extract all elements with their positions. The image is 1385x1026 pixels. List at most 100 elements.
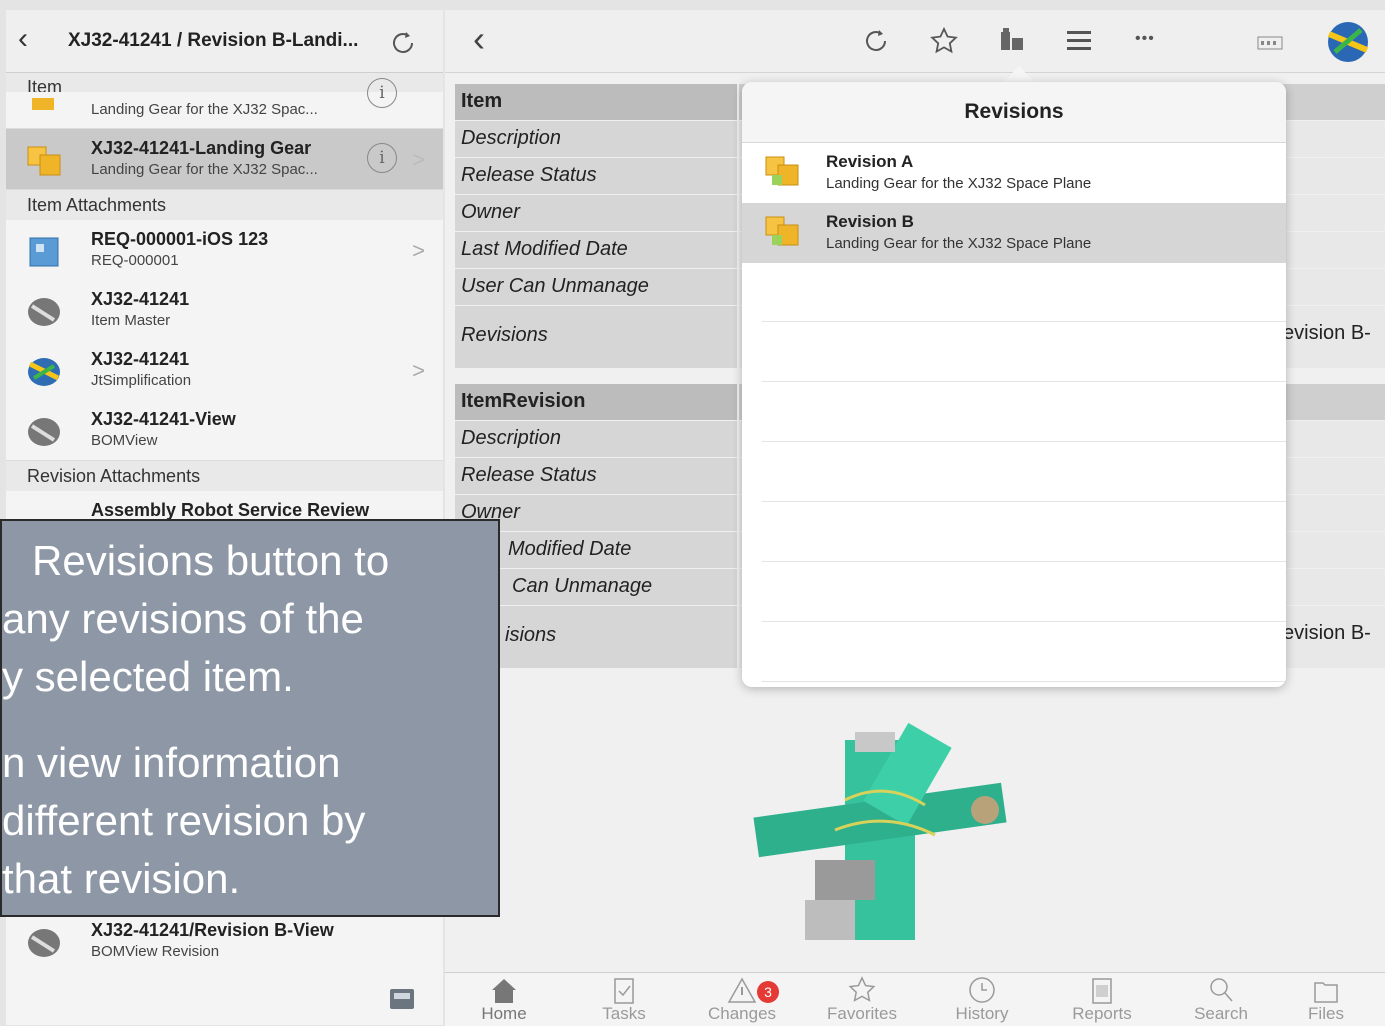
list-item-title: XJ32-41241 xyxy=(91,349,190,369)
divider xyxy=(762,621,1286,622)
tab-label: Changes xyxy=(707,1004,777,1023)
clock-icon xyxy=(969,977,995,1003)
list-item[interactable]: XJ32-41241-View BOMView xyxy=(6,400,443,461)
table-row-label: Owner xyxy=(455,195,737,233)
tab-label: Home xyxy=(481,1004,527,1023)
revisions-value[interactable]: evision B- xyxy=(1283,322,1371,345)
table-header-item: Item xyxy=(455,84,737,122)
bomview-icon xyxy=(28,418,60,446)
tab-files[interactable]: Files xyxy=(1267,973,1385,1026)
star-icon[interactable] xyxy=(929,26,959,56)
revision-subtitle: Landing Gear for the XJ32 Space Plane xyxy=(826,235,1092,252)
section-header-revision-attachments: Revision Attachments xyxy=(6,461,443,491)
reports-icon xyxy=(1092,978,1112,1004)
bomview-revision-icon xyxy=(28,929,60,957)
list-item-subtitle: BOMView Revision xyxy=(91,943,220,960)
section-label: Item Attachments xyxy=(27,195,167,215)
list-item-subtitle: JtSimplification xyxy=(91,372,192,389)
divider xyxy=(762,381,1286,382)
divider xyxy=(762,501,1286,502)
tasks-icon xyxy=(614,978,634,1004)
tab-reports[interactable]: Reports xyxy=(1043,973,1161,1026)
list-item-title: XJ32-41241-Landing Gear xyxy=(91,138,312,158)
refresh-icon[interactable] xyxy=(388,28,418,58)
item-master-icon xyxy=(28,298,60,326)
table-header-itemrevision: ItemRevision xyxy=(455,384,737,422)
left-title: XJ32-41241 / Revision B-Landi... xyxy=(68,30,359,51)
popover-header: Revisions xyxy=(742,82,1286,143)
3d-model-viewer[interactable] xyxy=(735,710,1025,972)
jt-file-icon xyxy=(28,358,60,386)
tab-home[interactable]: Home xyxy=(445,973,563,1026)
divider xyxy=(762,441,1286,442)
popover-arrow xyxy=(1003,66,1035,83)
list-item[interactable]: XJ32-41241 Item Master xyxy=(6,280,443,341)
list-item-title: XJ32-41241-View xyxy=(91,409,236,429)
revisions-icon[interactable] xyxy=(997,26,1027,56)
list-item-subtitle: Item Master xyxy=(91,312,171,329)
refresh-icon[interactable] xyxy=(861,26,891,56)
toolbar: ‹ ••• xyxy=(445,10,1385,73)
tab-bar: Home Tasks 3 Changes Favorites History R… xyxy=(445,972,1385,1026)
more-icon[interactable]: ••• xyxy=(1135,30,1155,48)
table-row-label: Last Modified Date xyxy=(455,232,737,270)
list-item-title: REQ-000001-iOS 123 xyxy=(91,229,269,249)
callout-line: y selected item. xyxy=(2,653,294,700)
table-row-label: Release Status xyxy=(455,458,737,496)
list-item[interactable]: REQ-000001-iOS 123 REQ-000001 > xyxy=(6,220,443,281)
tab-changes[interactable]: 3 Changes xyxy=(683,973,801,1026)
info-icon[interactable]: i xyxy=(367,78,397,108)
item-icon xyxy=(32,98,54,110)
tutorial-callout: Revisions button to any revisions of the… xyxy=(0,519,500,917)
info-icon[interactable]: i xyxy=(367,143,397,173)
list-item[interactable]: Landing Gear for the XJ32 Spac... i xyxy=(6,78,443,129)
app-logo-icon[interactable] xyxy=(1323,16,1373,66)
section-label: Revision Attachments xyxy=(27,466,201,486)
requirement-icon xyxy=(29,237,59,267)
tab-label: Files xyxy=(1308,1004,1344,1023)
table-row-label: Revisions xyxy=(455,306,737,370)
back-chevron-icon[interactable]: ‹ xyxy=(18,22,28,56)
table-row-label: Description xyxy=(455,121,737,159)
item-icon xyxy=(27,146,61,176)
warning-icon xyxy=(727,977,757,1003)
tab-search[interactable]: Search xyxy=(1162,973,1280,1026)
star-icon xyxy=(848,976,876,1002)
list-item-subtitle: BOMView xyxy=(91,432,158,449)
tab-history[interactable]: History xyxy=(923,973,1041,1026)
chevron-right-icon: > xyxy=(412,358,425,383)
list-item-selected[interactable]: XJ32-41241-Landing Gear Landing Gear for… xyxy=(6,129,443,190)
list-icon[interactable] xyxy=(1065,28,1093,54)
revision-title: Revision A xyxy=(826,152,914,171)
list-item-subtitle: REQ-000001 xyxy=(91,252,179,269)
tab-label: Favorites xyxy=(827,1004,897,1023)
revision-icon xyxy=(765,156,799,186)
list-item[interactable]: XJ32-41241 JtSimplification > xyxy=(6,340,443,401)
list-item[interactable]: XJ32-41241/Revision B-View BOMView Revis… xyxy=(6,911,443,972)
revision-item-b[interactable]: Revision B Landing Gear for the XJ32 Spa… xyxy=(742,203,1286,263)
popover-title: Revisions xyxy=(964,100,1064,123)
keyboard-icon[interactable] xyxy=(1257,36,1283,50)
callout-line: that revision. xyxy=(2,855,241,902)
folder-icon[interactable] xyxy=(388,985,416,1011)
revisions-popover: Revisions Revision A Landing Gear for th… xyxy=(742,82,1286,687)
revisions-value[interactable]: evision B- xyxy=(1283,622,1371,645)
revision-subtitle: Landing Gear for the XJ32 Space Plane xyxy=(826,175,1092,192)
tab-favorites[interactable]: Favorites xyxy=(803,973,921,1026)
revision-icon xyxy=(765,216,799,246)
tab-tasks[interactable]: Tasks xyxy=(565,973,683,1026)
back-button[interactable]: ‹ xyxy=(473,18,485,60)
left-footer xyxy=(6,971,443,1025)
changes-badge: 3 xyxy=(757,981,779,1003)
table-row-label: User Can Unmanage xyxy=(455,269,737,307)
tab-label: Reports xyxy=(1072,1004,1132,1023)
chevron-right-icon: > xyxy=(412,147,425,172)
callout-line: n view information xyxy=(2,739,341,786)
list-item-subtitle: Landing Gear for the XJ32 Spac... xyxy=(91,161,318,178)
home-icon xyxy=(492,979,516,1003)
list-item-subtitle: Landing Gear for the XJ32 Spac... xyxy=(91,101,318,118)
revision-item-a[interactable]: Revision A Landing Gear for the XJ32 Spa… xyxy=(742,143,1286,203)
tab-label: Tasks xyxy=(602,1004,646,1023)
search-icon xyxy=(1210,978,1233,1002)
list-item-title: Assembly Robot Service Review xyxy=(91,500,370,520)
